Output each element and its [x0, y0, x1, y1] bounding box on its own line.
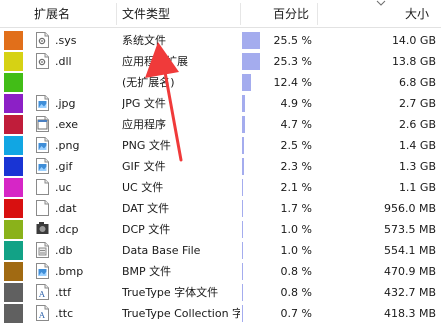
percent-cell: 0.7 % — [240, 303, 316, 324]
file-type-label: TrueType Collection 字体 — [122, 307, 240, 320]
color-swatch — [4, 304, 23, 323]
svg-text:A: A — [38, 290, 45, 299]
list-item[interactable]: A .ttc TrueType Collection 字体 0.7 % 418.3 MB — [0, 303, 441, 324]
red-arrow-annotation — [145, 42, 183, 162]
percent-bar — [242, 305, 243, 322]
percent-label: 0.7 % — [280, 307, 312, 320]
size-label: 418.3 MB — [383, 307, 436, 320]
extension-label: .ttc — [55, 307, 74, 320]
svg-text:A: A — [38, 311, 45, 320]
font-file-icon: A — [36, 305, 49, 321]
